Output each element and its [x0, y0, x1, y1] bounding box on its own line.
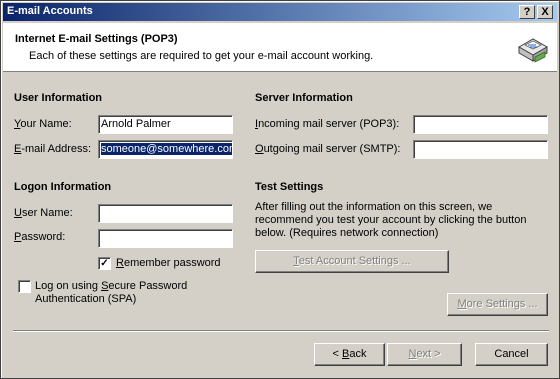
spa-label-line1[interactable]: Log on using Secure Password: [35, 280, 187, 292]
mail-envelope-icon: [517, 38, 549, 63]
help-button[interactable]: ?: [519, 5, 535, 19]
user-info-heading: User Information: [14, 92, 103, 104]
test-settings-text-line2: recommend you test your account by click…: [255, 214, 527, 226]
wizard-header: Internet E-mail Settings (POP3) Each of …: [3, 23, 557, 72]
email-address-value: someone@somewhere.com: [101, 143, 232, 155]
incoming-server-label: Incoming mail server (POP3):: [255, 118, 399, 130]
spa-label-line2[interactable]: Authentication (SPA): [35, 293, 136, 305]
user-name-label-accel: U: [14, 207, 22, 219]
your-name-label: Your Name:: [14, 118, 72, 130]
email-address-label: E-mail Address:: [14, 143, 91, 155]
email-address-label-text: -mail Address:: [21, 143, 92, 155]
more-settings-text: ore Settings ...: [466, 298, 538, 310]
email-address-input[interactable]: someone@somewhere.com: [98, 140, 233, 159]
remember-password-label[interactable]: Remember password: [116, 257, 221, 269]
back-button[interactable]: < Back: [314, 343, 385, 366]
test-account-settings-text: est Account Settings ...: [298, 255, 411, 267]
password-label: Password:: [14, 231, 65, 243]
footer-divider: [13, 330, 549, 332]
more-settings-button[interactable]: More Settings ...: [447, 293, 548, 316]
your-name-value: Arnold Palmer: [101, 118, 171, 130]
outgoing-server-label: Outgoing mail server (SMTP):: [255, 143, 401, 155]
your-name-label-text: our Name:: [20, 118, 72, 130]
outgoing-server-label-accel: O: [255, 143, 264, 155]
remember-password-checkbox[interactable]: ✓: [98, 257, 111, 270]
user-name-label-text: ser Name:: [21, 207, 73, 219]
test-settings-text-line3: below. (Requires network connection): [255, 227, 439, 239]
incoming-server-label-text: ncoming mail server (POP3):: [258, 118, 400, 130]
spa-label-pre: Log on using: [35, 280, 102, 292]
header-subtitle: Each of these settings are required to g…: [29, 50, 374, 62]
next-text: ext >: [416, 348, 441, 360]
spa-label-rest: ecure Password: [108, 280, 188, 292]
test-settings-text-line1: After filling out the information on thi…: [255, 201, 493, 213]
server-info-heading: Server Information: [255, 92, 353, 104]
title-bar: E-mail Accounts ? X: [3, 3, 557, 21]
logon-info-heading: Logon Information: [14, 181, 112, 193]
close-button[interactable]: X: [537, 5, 553, 19]
header-title: Internet E-mail Settings (POP3): [15, 33, 178, 45]
your-name-input[interactable]: Arnold Palmer: [98, 115, 233, 134]
cancel-button[interactable]: Cancel: [475, 343, 548, 366]
window-title: E-mail Accounts: [7, 5, 93, 17]
email-accounts-dialog: E-mail Accounts ? X Internet E-mail Sett…: [0, 0, 560, 379]
next-button[interactable]: Next >: [387, 343, 462, 366]
outgoing-server-label-text: utgoing mail server (SMTP):: [263, 143, 401, 155]
remember-password-label-accel: R: [116, 257, 124, 269]
back-text: ack: [349, 348, 367, 360]
user-name-input[interactable]: [98, 204, 233, 223]
test-account-settings-button[interactable]: Test Account Settings ...: [255, 250, 449, 273]
incoming-server-input[interactable]: [413, 115, 548, 134]
back-arrow: <: [332, 348, 342, 360]
remember-password-label-text: emember password: [123, 257, 221, 269]
password-label-text: assword:: [21, 231, 66, 243]
password-input[interactable]: [98, 229, 233, 248]
spa-checkbox[interactable]: [18, 280, 31, 293]
more-settings-accel: M: [457, 298, 467, 310]
test-settings-heading: Test Settings: [255, 181, 324, 193]
outgoing-server-input[interactable]: [413, 140, 548, 159]
remember-password-check-icon: ✓: [100, 258, 109, 269]
user-name-label: User Name:: [14, 207, 73, 219]
